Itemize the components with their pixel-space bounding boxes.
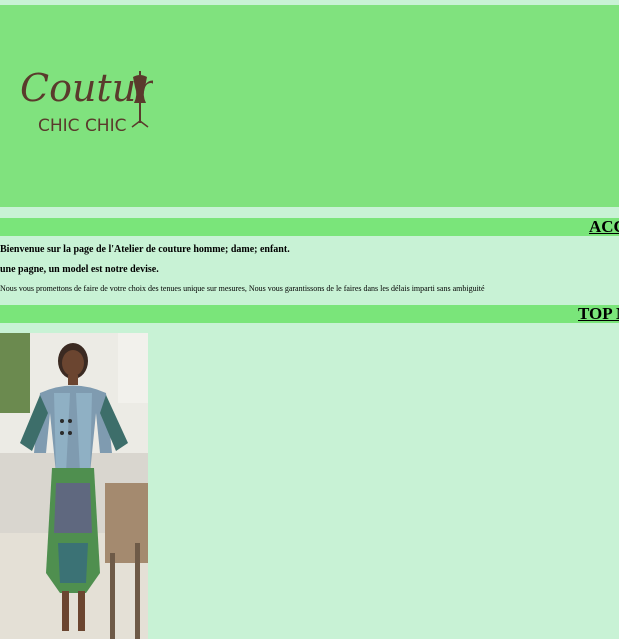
site-header: Couture CHIC CHIC xyxy=(0,5,619,207)
model-photo xyxy=(0,333,148,639)
promise-text: Nous vous promettons de faire de votre c… xyxy=(0,284,485,293)
logo-graphic: Couture CHIC CHIC xyxy=(20,66,177,136)
top-models-section-title[interactable]: TOP M xyxy=(578,305,619,323)
accueil-section-bar: ACC xyxy=(0,218,619,236)
logo-wordmark: Couture xyxy=(20,66,153,110)
accueil-section-title[interactable]: ACC xyxy=(589,218,619,236)
welcome-text: Bienvenue sur la page de l'Atelier de co… xyxy=(0,244,290,255)
site-logo[interactable]: Couture CHIC CHIC xyxy=(18,65,177,136)
top-divider xyxy=(0,0,619,3)
logo-subtitle: CHIC CHIC xyxy=(38,116,126,135)
motto-text: une pagne, un model est notre devise. xyxy=(0,264,159,275)
top-models-section-bar: TOP M xyxy=(0,305,619,323)
